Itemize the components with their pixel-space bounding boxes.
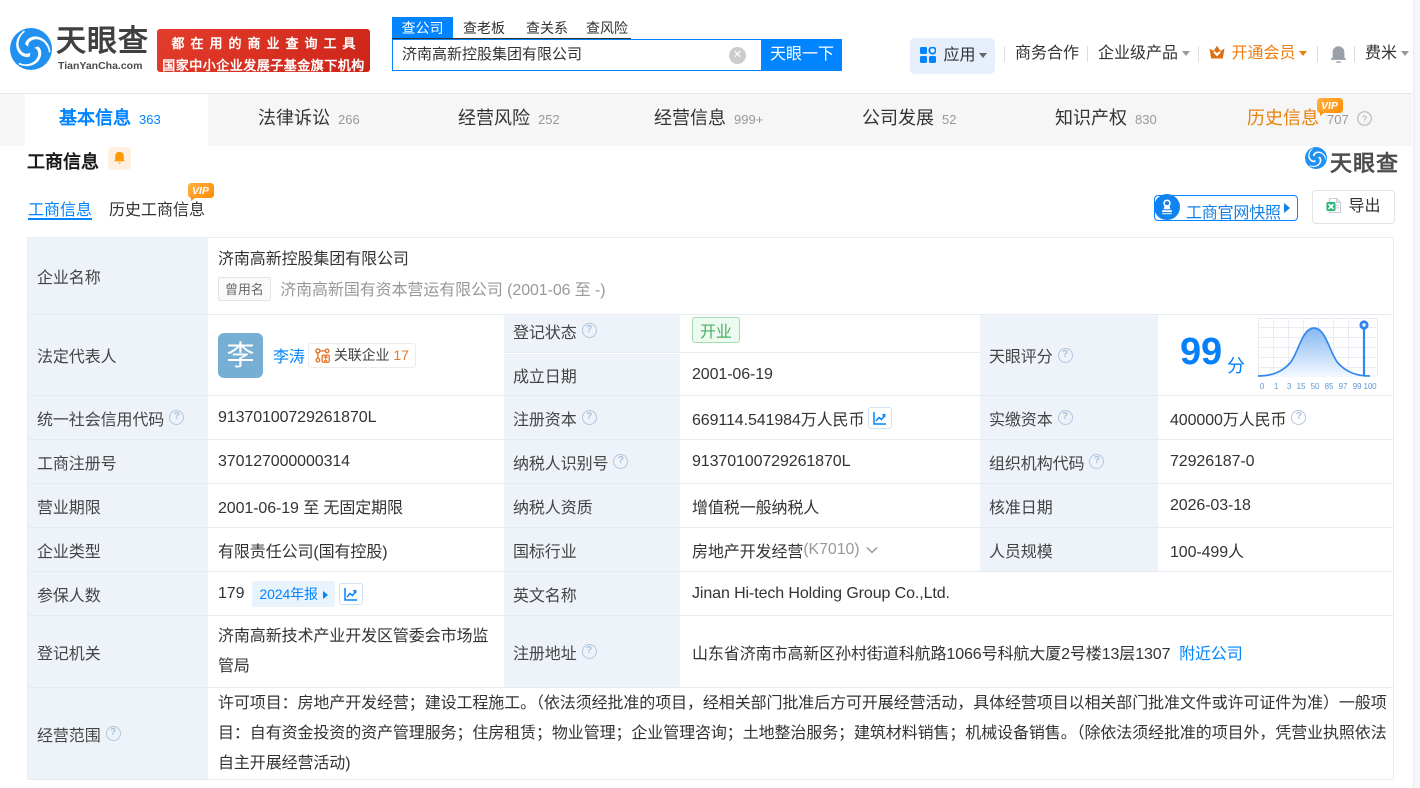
svg-text:97: 97 — [1339, 382, 1348, 391]
svg-text:?: ? — [1362, 114, 1367, 124]
svg-text:50: 50 — [1311, 382, 1320, 391]
svg-text:1: 1 — [1274, 382, 1279, 391]
svg-text:100: 100 — [1363, 382, 1377, 391]
svg-text:15: 15 — [1297, 382, 1306, 391]
svg-text:85: 85 — [1325, 382, 1334, 391]
svg-text:3: 3 — [1287, 382, 1292, 391]
svg-text:99: 99 — [1353, 382, 1362, 391]
svg-text:0: 0 — [1260, 382, 1265, 391]
